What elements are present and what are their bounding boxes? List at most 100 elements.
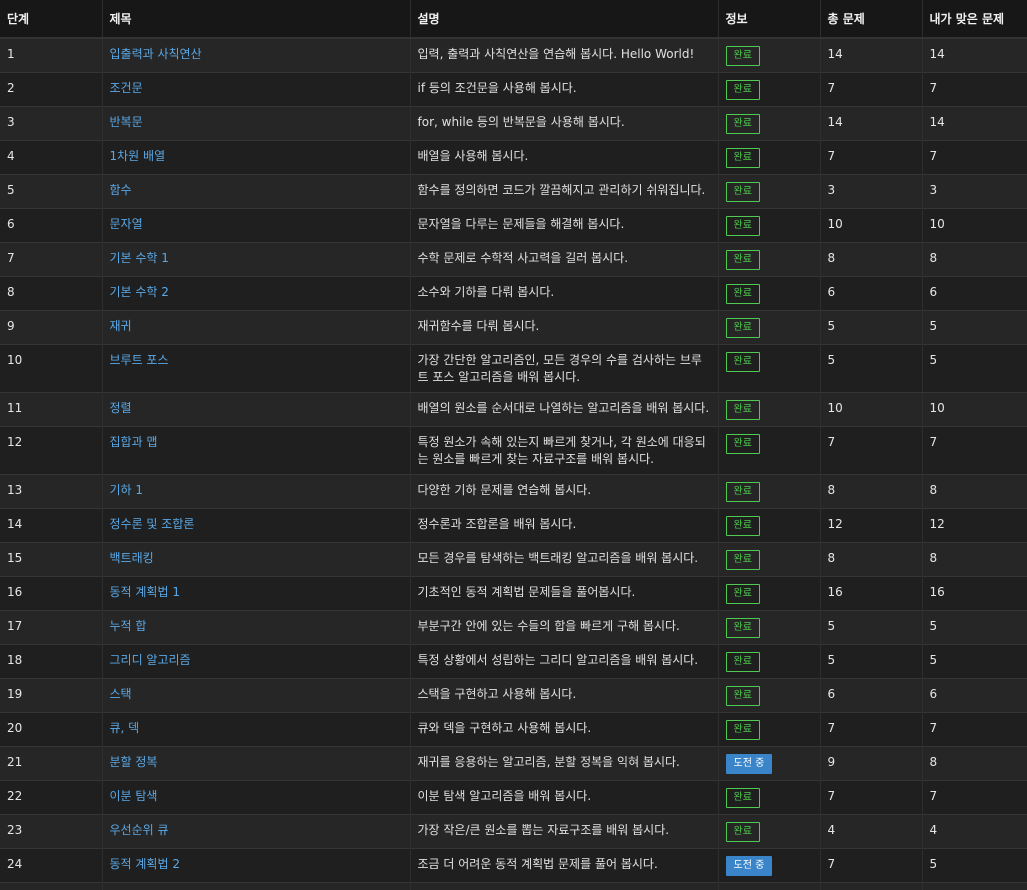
step-description: 문자열을 다루는 문제들을 해결해 봅시다. (409, 208, 718, 243)
info-cell: 완료 (717, 882, 820, 890)
solved-problems: 8 (921, 746, 1027, 781)
total-problems: 7 (819, 780, 922, 815)
step-number: 3 (0, 106, 102, 141)
step-number: 20 (0, 712, 102, 747)
total-problems: 6 (819, 276, 922, 311)
step-title-link[interactable]: 우선순위 큐 (110, 823, 169, 837)
title-cell: 누적 합 (101, 610, 410, 645)
status-badge: 완료 (725, 250, 760, 270)
step-title-link[interactable]: 큐, 덱 (110, 721, 140, 735)
step-title-link[interactable]: 분할 정복 (110, 755, 158, 769)
step-title-link[interactable]: 동적 계획법 1 (110, 585, 180, 599)
step-number: 1 (0, 37, 102, 73)
step-description: 재귀함수를 다뤄 봅시다. (409, 310, 718, 345)
info-cell: 완료 (717, 576, 820, 611)
step-number: 14 (0, 508, 102, 543)
step-title-link[interactable]: 이분 탐색 (110, 789, 158, 803)
step-description: 배열을 사용해 봅시다. (409, 140, 718, 175)
title-cell: 이분 탐색 (101, 780, 410, 815)
solved-problems: 7 (921, 72, 1027, 107)
status-badge: 완료 (725, 318, 760, 338)
title-cell: 집합과 맵 (101, 426, 410, 475)
info-cell: 완료 (717, 426, 820, 475)
status-badge: 완료 (725, 182, 760, 202)
info-cell: 완료 (717, 276, 820, 311)
solved-problems: 7 (921, 426, 1027, 475)
step-description: 그래프를 배우고, 그래프를 순회하는 알고리즘을 배워 봅시다. (409, 882, 718, 890)
step-number: 5 (0, 174, 102, 209)
table-row: 15 백트래킹 모든 경우를 탐색하는 백트래킹 알고리즘을 배워 봅시다. 완료 8 8 (0, 542, 1027, 577)
step-number: 18 (0, 644, 102, 679)
step-title-link[interactable]: 입출력과 사칙연산 (110, 47, 202, 61)
table-row: 22 이분 탐색 이분 탐색 알고리즘을 배워 봅시다. 완료 7 7 (0, 780, 1027, 815)
table-row: 5 함수 함수를 정의하면 코드가 깔끔해지고 관리하기 쉬워집니다. 완료 3 3 (0, 174, 1027, 209)
status-badge: 완료 (725, 114, 760, 134)
title-cell: 정렬 (101, 392, 410, 427)
step-title-link[interactable]: 재귀 (110, 319, 132, 333)
table-row: 9 재귀 재귀함수를 다뤄 봅시다. 완료 5 5 (0, 310, 1027, 345)
solved-problems: 8 (921, 474, 1027, 509)
step-number: 17 (0, 610, 102, 645)
step-title-link[interactable]: 집합과 맵 (110, 435, 158, 449)
solved-problems: 6 (921, 678, 1027, 713)
total-problems: 14 (819, 37, 922, 73)
title-cell: 동적 계획법 2 (101, 848, 410, 883)
total-problems: 4 (819, 814, 922, 849)
solved-problems: 7 (921, 712, 1027, 747)
step-title-link[interactable]: 누적 합 (110, 619, 147, 633)
info-cell: 완료 (717, 780, 820, 815)
step-description: for, while 등의 반복문을 사용해 봅시다. (409, 106, 718, 141)
solved-problems: 16 (921, 882, 1027, 890)
step-description: if 등의 조건문을 사용해 봅시다. (409, 72, 718, 107)
title-cell: 그래프와 순회 (101, 882, 410, 890)
step-title-link[interactable]: 정수론 및 조합론 (110, 517, 195, 531)
step-table: 단계 제목 설명 정보 총 문제 내가 맞은 문제 1 입출력과 사칙연산 입력, … (0, 0, 1027, 890)
step-title-link[interactable]: 반복문 (110, 115, 143, 129)
status-badge: 완료 (725, 550, 760, 570)
step-title-link[interactable]: 브루트 포스 (110, 353, 169, 367)
table-row: 7 기본 수학 1 수학 문제로 수학적 사고력을 길러 봅시다. 완료 8 8 (0, 242, 1027, 277)
step-title-link[interactable]: 기본 수학 2 (110, 285, 169, 299)
step-number: 22 (0, 780, 102, 815)
solved-problems: 5 (921, 344, 1027, 393)
title-cell: 그리디 알고리즘 (101, 644, 410, 679)
step-title-link[interactable]: 1차원 배열 (110, 149, 166, 163)
step-title-link[interactable]: 백트래킹 (110, 551, 154, 565)
header-row: 단계 제목 설명 정보 총 문제 내가 맞은 문제 (0, 0, 1027, 39)
solved-problems: 4 (921, 814, 1027, 849)
step-title-link[interactable]: 그리디 알고리즘 (110, 653, 191, 667)
table-row: 20 큐, 덱 큐와 덱을 구현하고 사용해 봅시다. 완료 7 7 (0, 712, 1027, 747)
solved-problems: 14 (921, 37, 1027, 73)
step-title-link[interactable]: 동적 계획법 2 (110, 857, 180, 871)
solved-problems: 5 (921, 310, 1027, 345)
step-title-link[interactable]: 정렬 (110, 401, 132, 415)
solved-problems: 3 (921, 174, 1027, 209)
table-row: 23 우선순위 큐 가장 작은/큰 원소를 뽑는 자료구조를 배워 봅시다. 완료 4 4 (0, 814, 1027, 849)
status-badge: 도전 중 (725, 754, 773, 774)
solved-problems: 5 (921, 848, 1027, 883)
info-cell: 완료 (717, 242, 820, 277)
step-title-link[interactable]: 기하 1 (110, 483, 144, 497)
step-title-link[interactable]: 함수 (110, 183, 132, 197)
step-description: 함수를 정의하면 코드가 깔끔해지고 관리하기 쉬워집니다. (409, 174, 718, 209)
total-problems: 6 (819, 678, 922, 713)
step-number: 10 (0, 344, 102, 393)
step-title-link[interactable]: 조건문 (110, 81, 143, 95)
total-problems: 9 (819, 746, 922, 781)
status-badge: 완료 (725, 352, 760, 372)
step-title-link[interactable]: 문자열 (110, 217, 143, 231)
step-number: 19 (0, 678, 102, 713)
title-cell: 조건문 (101, 72, 410, 107)
total-problems: 16 (819, 882, 922, 890)
step-title-link[interactable]: 스택 (110, 687, 132, 701)
step-description: 이분 탐색 알고리즘을 배워 봅시다. (409, 780, 718, 815)
solved-problems: 12 (921, 508, 1027, 543)
step-number: 23 (0, 814, 102, 849)
info-cell: 완료 (717, 140, 820, 175)
title-cell: 분할 정복 (101, 746, 410, 781)
column-header-info: 정보 (717, 0, 820, 39)
solved-problems: 7 (921, 140, 1027, 175)
table-row: 24 동적 계획법 2 조금 더 어려운 동적 계획법 문제를 풀어 봅시다. 도전 … (0, 848, 1027, 883)
total-problems: 8 (819, 242, 922, 277)
step-title-link[interactable]: 기본 수학 1 (110, 251, 169, 265)
